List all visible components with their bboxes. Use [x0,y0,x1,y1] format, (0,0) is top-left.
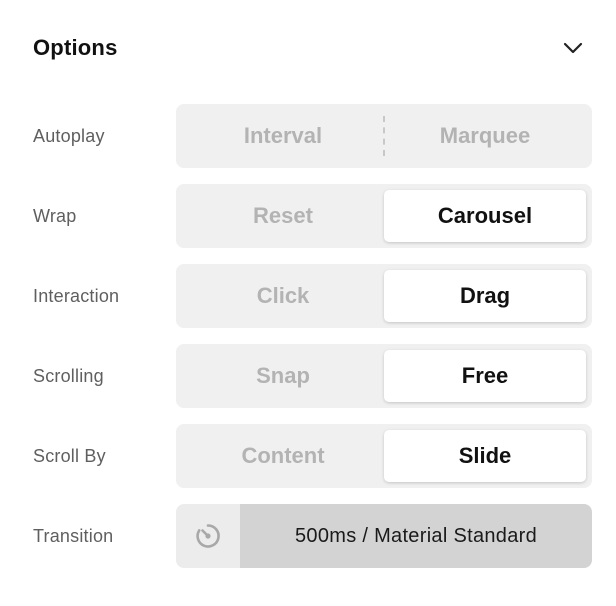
interaction-row: Interaction Click Drag [0,264,616,328]
autoplay-row: Autoplay Interval Marquee [0,104,616,168]
options-header[interactable]: Options [33,26,585,70]
scroll-by-option-slide[interactable]: Slide [384,430,586,482]
scrolling-segmented-control: Snap Free [176,344,592,408]
interaction-label: Interaction [33,286,120,306]
scroll-by-row: Scroll By Content Slide [0,424,616,488]
interaction-option-click[interactable]: Click [182,270,384,322]
scrolling-option-free[interactable]: Free [384,350,586,402]
wrap-label: Wrap [33,206,77,226]
autoplay-segmented-control: Interval Marquee [176,104,592,168]
scroll-by-option-content[interactable]: Content [182,430,384,482]
wrap-segmented-control: Reset Carousel [176,184,592,248]
autoplay-option-marquee[interactable]: Marquee [384,110,586,162]
transition-control: 500ms / Material Standard [176,504,592,568]
interaction-option-drag[interactable]: Drag [384,270,586,322]
wrap-option-reset[interactable]: Reset [182,190,384,242]
wrap-row: Wrap Reset Carousel [0,184,616,248]
chevron-down-icon[interactable] [561,36,585,60]
options-panel: Options Autoplay Interval Marquee Wrap R… [0,0,616,606]
scrolling-label: Scrolling [33,366,104,386]
interaction-segmented-control: Click Drag [176,264,592,328]
autoplay-label: Autoplay [33,126,105,146]
scroll-by-label: Scroll By [33,446,106,466]
transition-row: Transition 500ms / Material Standard [0,504,616,568]
options-title: Options [33,35,118,60]
scrolling-option-snap[interactable]: Snap [182,350,384,402]
autoplay-option-interval[interactable]: Interval [182,110,384,162]
wrap-option-carousel[interactable]: Carousel [384,190,586,242]
transition-value-button[interactable]: 500ms / Material Standard [240,504,592,568]
timer-icon[interactable] [176,504,240,568]
scroll-by-segmented-control: Content Slide [176,424,592,488]
scrolling-row: Scrolling Snap Free [0,344,616,408]
transition-label: Transition [33,526,114,546]
